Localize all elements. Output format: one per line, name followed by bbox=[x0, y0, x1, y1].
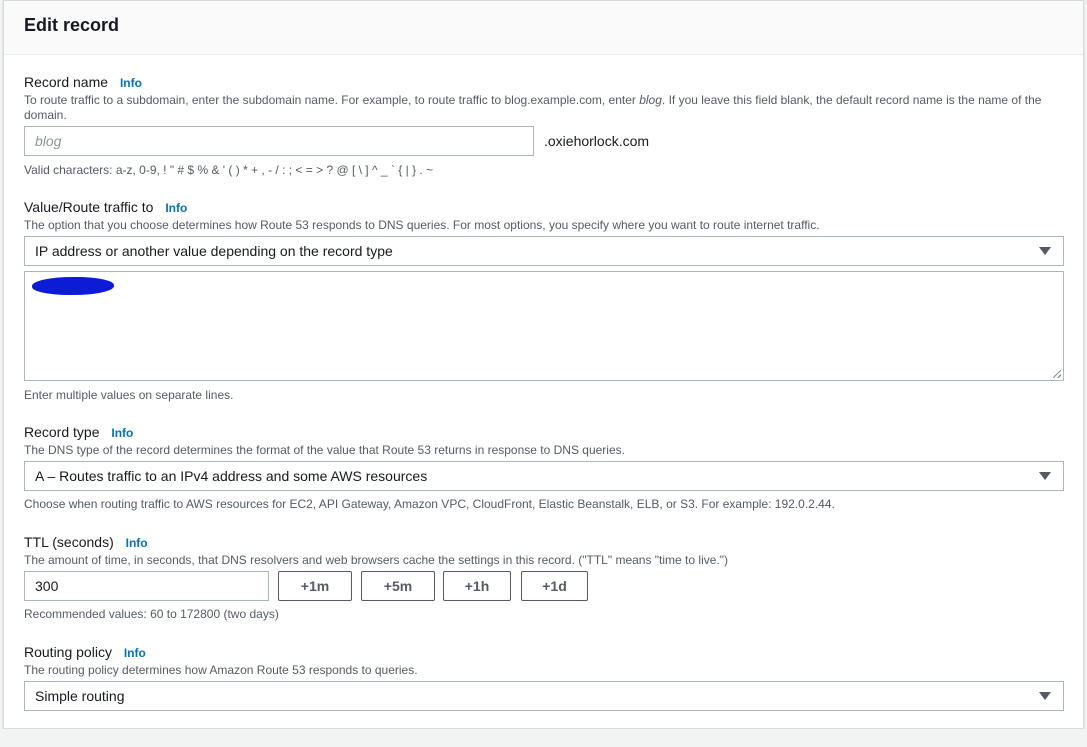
value-route-label: Value/Route traffic to bbox=[24, 199, 154, 215]
record-name-field: Record name Info To route traffic to a s… bbox=[24, 73, 1064, 123]
record-name-description: To route traffic to a subdomain, enter t… bbox=[24, 93, 1064, 123]
record-type-select[interactable]: A – Routes traffic to an IPv4 address an… bbox=[24, 461, 1064, 491]
routing-policy-label: Routing policy bbox=[24, 644, 112, 660]
ttl-info-link[interactable]: Info bbox=[126, 536, 148, 550]
record-type-info-link[interactable]: Info bbox=[111, 426, 133, 440]
record-name-input[interactable]: blog bbox=[24, 126, 534, 156]
ttl-hint: Recommended values: 60 to 172800 (two da… bbox=[24, 607, 279, 621]
record-type-description: The DNS type of the record determines th… bbox=[24, 443, 625, 457]
routing-policy-description: The routing policy determines how Amazon… bbox=[24, 663, 418, 677]
record-name-placeholder: blog bbox=[35, 133, 62, 149]
ttl-value: 300 bbox=[35, 578, 59, 594]
record-value-textarea[interactable] bbox=[24, 271, 1064, 381]
value-route-info-link[interactable]: Info bbox=[165, 201, 187, 215]
panel-header: Edit record bbox=[4, 1, 1083, 55]
routing-policy-selected: Simple routing bbox=[35, 688, 125, 704]
record-name-desc-example: blog bbox=[639, 93, 662, 107]
ttl-input[interactable]: 300 bbox=[24, 571, 269, 601]
resize-grip-icon[interactable] bbox=[1053, 370, 1061, 378]
value-route-description: The option that you choose determines ho… bbox=[24, 218, 820, 232]
caret-down-icon bbox=[1039, 247, 1051, 255]
ttl-label: TTL (seconds) bbox=[24, 534, 114, 550]
redacted-value bbox=[32, 277, 114, 295]
routing-policy-field: Routing policy Info The routing policy d… bbox=[24, 643, 1064, 678]
panel-title: Edit record bbox=[24, 15, 120, 35]
ttl-add-1h-button[interactable]: +1h bbox=[443, 571, 511, 601]
edit-record-panel: Edit record Record name Info To route tr… bbox=[3, 0, 1084, 729]
value-route-field: Value/Route traffic to Info The option t… bbox=[24, 198, 1064, 233]
record-type-label: Record type bbox=[24, 424, 100, 440]
ttl-add-1d-button[interactable]: +1d bbox=[521, 571, 588, 601]
record-name-desc-part1: To route traffic to a subdomain, enter t… bbox=[24, 93, 640, 107]
ttl-add-5m-button[interactable]: +5m bbox=[361, 571, 435, 601]
page-background-strip bbox=[0, 729, 1087, 747]
value-route-hint: Enter multiple values on separate lines. bbox=[24, 388, 234, 402]
value-route-select[interactable]: IP address or another value depending on… bbox=[24, 236, 1064, 266]
record-type-field: Record type Info The DNS type of the rec… bbox=[24, 423, 1064, 458]
record-type-selected: A – Routes traffic to an IPv4 address an… bbox=[35, 468, 428, 484]
ttl-add-1m-button[interactable]: +1m bbox=[278, 571, 352, 601]
record-name-info-link[interactable]: Info bbox=[120, 76, 142, 90]
caret-down-icon bbox=[1039, 692, 1051, 700]
record-type-hint: Choose when routing traffic to AWS resou… bbox=[24, 497, 835, 511]
value-route-selected: IP address or another value depending on… bbox=[35, 243, 393, 259]
ttl-field: TTL (seconds) Info The amount of time, i… bbox=[24, 533, 1064, 568]
record-name-hint: Valid characters: a-z, 0-9, ! " # $ % & … bbox=[24, 163, 434, 177]
routing-policy-select[interactable]: Simple routing bbox=[24, 681, 1064, 711]
record-name-label: Record name bbox=[24, 74, 109, 90]
routing-policy-info-link[interactable]: Info bbox=[124, 646, 146, 660]
ttl-description: The amount of time, in seconds, that DNS… bbox=[24, 553, 728, 567]
caret-down-icon bbox=[1039, 472, 1051, 480]
domain-suffix: .oxiehorlock.com bbox=[544, 133, 650, 149]
